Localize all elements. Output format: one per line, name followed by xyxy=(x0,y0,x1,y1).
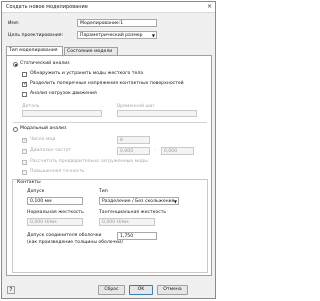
section-divider xyxy=(13,122,207,123)
part-select[interactable] xyxy=(22,110,102,117)
contact-type-select[interactable]: Разделение / Без скольжения ▼ xyxy=(99,197,179,205)
normal-stiffness-value: 0,000 Н/мм xyxy=(30,220,57,225)
tolerance-input[interactable]: 0,100 мм xyxy=(27,197,83,205)
shell-tolerance-value: 1,750 xyxy=(120,234,134,239)
radio-dot-icon xyxy=(15,64,17,66)
purpose-value: Параметрический размер xyxy=(80,33,143,38)
ok-button[interactable]: OK xyxy=(129,285,153,295)
freq-to-value: 0,000 xyxy=(164,149,178,154)
freq-from-input[interactable]: 0,000 xyxy=(117,147,150,155)
tangential-stiffness-value: 0,000 Н/мм xyxy=(102,220,129,225)
enhanced-precision-label: Повышенная точность xyxy=(30,169,85,174)
shell-tolerance-label: Допуск соединителя оболочки xyxy=(27,233,102,238)
freq-from-value: 0,000 xyxy=(120,149,134,154)
contacts-title: Контакты xyxy=(17,180,41,185)
name-value: Моделирование:1 xyxy=(80,21,124,26)
motion-loads-label: Анализ нагрузок движения xyxy=(30,91,97,96)
freq-dash: - xyxy=(154,148,156,153)
purpose-label: Цель проектирования: xyxy=(8,33,64,38)
checkmark-icon: ✓ xyxy=(23,137,28,143)
cancel-button[interactable]: Отмена xyxy=(157,285,188,295)
tab-model-state-label: Состояние модели xyxy=(67,49,113,54)
part-label: Деталь xyxy=(22,104,40,109)
freq-range-checkbox[interactable] xyxy=(22,149,27,154)
tangential-stiffness-label: Тангенциальная жесткость xyxy=(99,210,167,215)
rigid-body-modes-checkbox[interactable] xyxy=(22,72,27,77)
separate-stresses-checkbox[interactable]: ✓ xyxy=(22,81,28,87)
mode-count-checkbox[interactable]: ✓ xyxy=(22,137,28,143)
prestressed-modes-label: Рассчитать предварительно загруженные мо… xyxy=(30,159,148,164)
time-step-label: Временной шаг xyxy=(117,104,155,109)
freq-range-label: Диапазон частот xyxy=(30,148,72,153)
normal-stiffness-input[interactable]: 0,000 Н/мм xyxy=(27,218,83,226)
chevron-down-icon: ▼ xyxy=(173,199,177,204)
contact-type-label: Тип xyxy=(99,189,108,194)
window-title: Создать новое моделирование xyxy=(6,4,88,10)
rigid-body-modes-label: Обнаружить и устранить моды жесткого тел… xyxy=(30,71,144,76)
help-button[interactable]: ? xyxy=(7,286,15,294)
purpose-select[interactable]: Параметрический размер ▼ xyxy=(77,31,157,39)
static-analysis-radio[interactable] xyxy=(13,62,18,67)
tab-simulation-type-label: Тип моделирования xyxy=(9,48,58,53)
shell-tolerance-input[interactable]: 1,750 xyxy=(117,232,157,240)
static-analysis-label: Статический анализ xyxy=(20,61,70,66)
prestressed-modes-checkbox[interactable] xyxy=(22,160,27,165)
tolerance-value: 0,100 мм xyxy=(30,199,52,204)
chevron-down-icon: ▼ xyxy=(151,33,155,38)
mode-count-value: 8 xyxy=(120,138,123,143)
name-label: Имя: xyxy=(8,21,20,26)
freq-to-input[interactable]: 0,000 xyxy=(161,147,194,155)
modal-analysis-radio[interactable] xyxy=(13,127,18,132)
separate-stresses-label: Разделить поперечные напряжения контактн… xyxy=(30,81,184,86)
tangential-stiffness-input[interactable]: 0,000 Н/мм xyxy=(99,218,155,226)
mode-count-label: Число мод xyxy=(30,137,56,142)
close-icon[interactable]: × xyxy=(207,3,212,10)
tab-panel: Статический анализ Обнаружить и устранит… xyxy=(6,55,212,276)
tab-simulation-type[interactable]: Тип моделирования xyxy=(6,46,63,55)
motion-loads-checkbox[interactable] xyxy=(22,92,27,97)
time-step-select[interactable] xyxy=(117,110,197,117)
name-input[interactable]: Моделирование:1 xyxy=(77,19,157,27)
normal-stiffness-label: Нормальная жесткость xyxy=(27,210,84,215)
shell-tolerance-note: (как произведение толщины оболочки) xyxy=(27,240,123,245)
checkmark-icon: ✓ xyxy=(23,81,28,87)
contact-type-value: Разделение / Без скольжения xyxy=(102,199,175,204)
create-simulation-dialog: Создать новое моделирование × Имя: Модел… xyxy=(1,1,216,299)
reset-button[interactable]: Сброс xyxy=(98,285,125,295)
mode-count-input[interactable]: 8 xyxy=(117,136,150,144)
tolerance-label: Допуск xyxy=(27,189,45,194)
modal-analysis-label: Модальный анализ xyxy=(20,126,67,131)
title-bar: Создать новое моделирование × xyxy=(2,2,215,13)
enhanced-precision-checkbox[interactable] xyxy=(22,170,27,175)
tab-model-state[interactable]: Состояние модели xyxy=(64,47,118,55)
